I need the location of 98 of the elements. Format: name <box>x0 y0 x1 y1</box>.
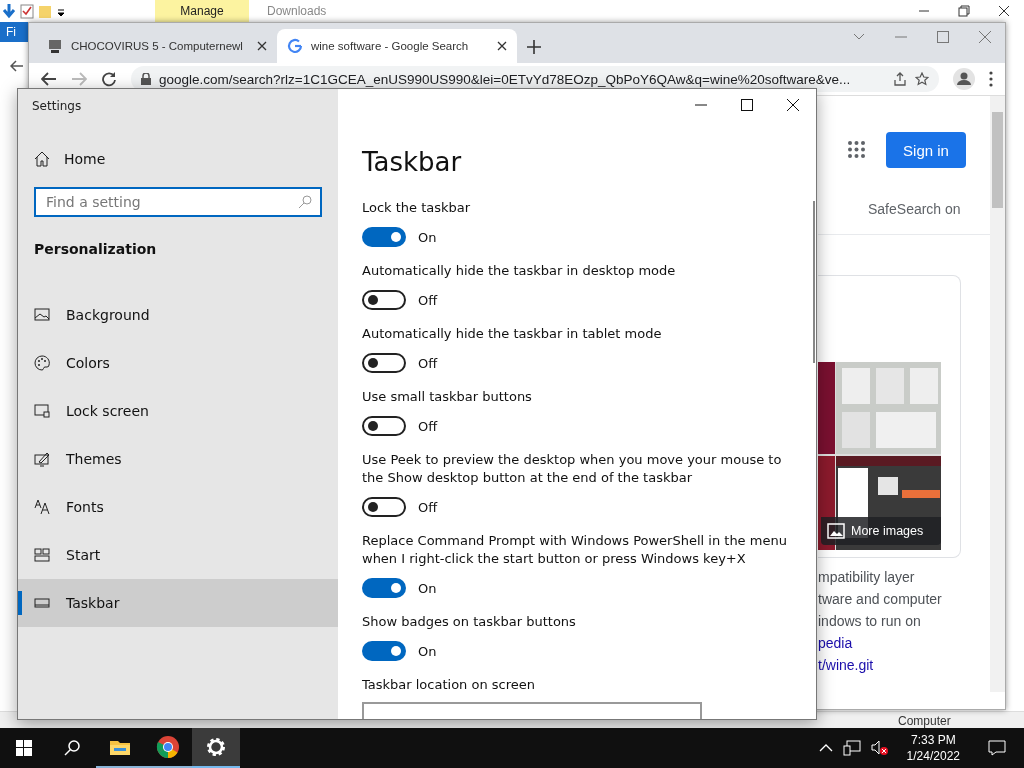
nav-item[interactable]: Taskbar <box>18 579 338 627</box>
nav-item[interactable]: Colors <box>18 339 338 387</box>
setting-label: Use small taskbar buttons <box>362 388 533 406</box>
more-images-button[interactable]: More images <box>821 517 941 545</box>
scrollbar[interactable] <box>813 201 815 363</box>
taskbar-icon <box>34 595 50 611</box>
toggle-switch[interactable] <box>362 416 406 436</box>
browser-tab[interactable]: CHOCOVIRUS 5 - Computernewl <box>37 29 277 63</box>
window-title: Settings <box>31 98 83 115</box>
search-icon <box>64 740 80 756</box>
home-link[interactable]: Home <box>34 151 338 167</box>
taskbar-app[interactable] <box>192 728 240 768</box>
url-text: google.com/search?rlz=1C1GCEA_enUS990US990&lei=0ETvYd78EOzp_QbPoY6QAw&q=wine%20software&ve... <box>159 71 852 87</box>
nav-item[interactable]: Start <box>18 531 338 579</box>
section-heading: Personalization <box>34 241 158 257</box>
clock-date: 1/24/2022 <box>906 748 960 764</box>
setting-label: Show badges on taskbar buttons <box>362 613 577 631</box>
nav-item[interactable]: Fonts <box>18 483 338 531</box>
snippet-text: mpatibility layer <box>818 568 916 587</box>
fonts-icon <box>34 499 50 515</box>
toggle-state: On <box>418 229 437 245</box>
scrollbar[interactable] <box>990 96 1005 692</box>
share-icon[interactable] <box>893 72 907 86</box>
toggle-switch[interactable] <box>362 497 406 517</box>
back-arrow-icon[interactable] <box>41 72 57 86</box>
toggle-switch[interactable] <box>362 227 406 247</box>
close-icon[interactable] <box>998 5 1010 17</box>
new-tab-icon[interactable] <box>527 40 541 54</box>
network-icon[interactable] <box>842 740 861 756</box>
star-icon[interactable] <box>915 72 929 86</box>
checklist-icon <box>20 3 34 19</box>
ribbon-tab[interactable]: Manage <box>155 0 249 22</box>
gear-icon <box>204 735 228 759</box>
toggle-state: On <box>418 580 437 596</box>
toggle-switch[interactable] <box>362 290 406 310</box>
setting-label: Automatically hide the taskbar in desktop mode <box>362 262 677 280</box>
clock[interactable]: 7:33 PM 1/24/2022 <box>898 732 968 764</box>
windows-logo-icon <box>16 740 32 756</box>
search-field[interactable]: Find a setting <box>34 187 322 217</box>
window-title: Downloads <box>267 4 327 18</box>
toggle-state: Off <box>418 355 438 371</box>
computer-icon <box>47 38 63 54</box>
close-icon[interactable] <box>257 41 267 51</box>
image-icon <box>827 523 845 539</box>
toggle-switch[interactable] <box>362 353 406 373</box>
nav-item[interactable]: Background <box>18 291 338 339</box>
profile-icon[interactable] <box>953 68 975 90</box>
toggle-switch[interactable] <box>362 641 406 661</box>
close-icon[interactable] <box>497 41 507 51</box>
setting-label: Taskbar location on screen <box>362 676 536 694</box>
sign-in-button[interactable]: Sign in <box>886 132 966 168</box>
close-icon[interactable] <box>787 99 799 111</box>
reload-icon[interactable] <box>101 71 117 87</box>
themes-icon <box>34 451 50 467</box>
clock-time: 7:33 PM <box>910 732 956 748</box>
toggle-state: Off <box>418 292 438 308</box>
tab-title: wine software - Google Search <box>311 40 470 52</box>
palette-icon <box>34 355 50 371</box>
back-arrow-icon[interactable] <box>10 60 24 72</box>
file-tab[interactable]: Fi <box>0 22 28 42</box>
tiles-icon <box>34 547 50 563</box>
download-arrow-icon <box>2 3 16 19</box>
toggle-state: On <box>418 643 437 659</box>
google-g-icon <box>287 38 303 54</box>
tab-title: CHOCOVIRUS 5 - Computernewl <box>71 40 244 52</box>
lock-icon <box>141 73 151 85</box>
page-title: Taskbar <box>362 147 463 177</box>
toggle-switch[interactable] <box>362 578 406 598</box>
nav-item[interactable]: Themes <box>18 435 338 483</box>
snippet-text: indows to run on <box>818 612 922 631</box>
chrome-icon <box>156 735 180 759</box>
image-icon <box>34 307 50 323</box>
result-link[interactable]: t/wine.git <box>818 654 991 676</box>
setting-label: Automatically hide the taskbar in tablet mode <box>362 325 663 343</box>
status-text: Computer <box>898 714 951 728</box>
lock-screen-icon <box>34 403 50 419</box>
setting-label: Use Peek to preview the desktop when you move your mouse to the Show desktop button at the end of the taskbar <box>362 451 783 487</box>
safesearch-label[interactable]: SafeSearch on <box>868 201 991 217</box>
apps-grid-icon[interactable] <box>848 141 866 159</box>
snippet-text: tware and computer <box>818 590 943 609</box>
maximize-icon[interactable] <box>741 99 753 111</box>
search-icon <box>298 195 312 209</box>
home-icon <box>34 151 50 167</box>
volume-muted-icon[interactable] <box>870 740 889 756</box>
toggle-state: Off <box>418 499 438 515</box>
toggle-state: Off <box>418 418 438 434</box>
chevron-up-icon[interactable] <box>818 744 833 752</box>
folder-icon <box>38 3 52 19</box>
setting-label: Lock the taskbar <box>362 199 472 217</box>
result-link[interactable]: pedia <box>818 632 991 654</box>
notification-icon[interactable] <box>988 740 1006 756</box>
nav-item[interactable]: Lock screen <box>18 387 338 435</box>
dropdown[interactable] <box>362 702 702 719</box>
restore-icon[interactable] <box>958 5 970 17</box>
setting-label: Replace Command Prompt with Windows PowerShell in the menu when I right-click the start button or press Windows key+X <box>362 532 788 568</box>
chevron-down-icon[interactable] <box>853 33 865 41</box>
browser-tab[interactable]: wine software - Google Search <box>277 29 517 63</box>
more-menu-icon[interactable] <box>989 71 993 87</box>
